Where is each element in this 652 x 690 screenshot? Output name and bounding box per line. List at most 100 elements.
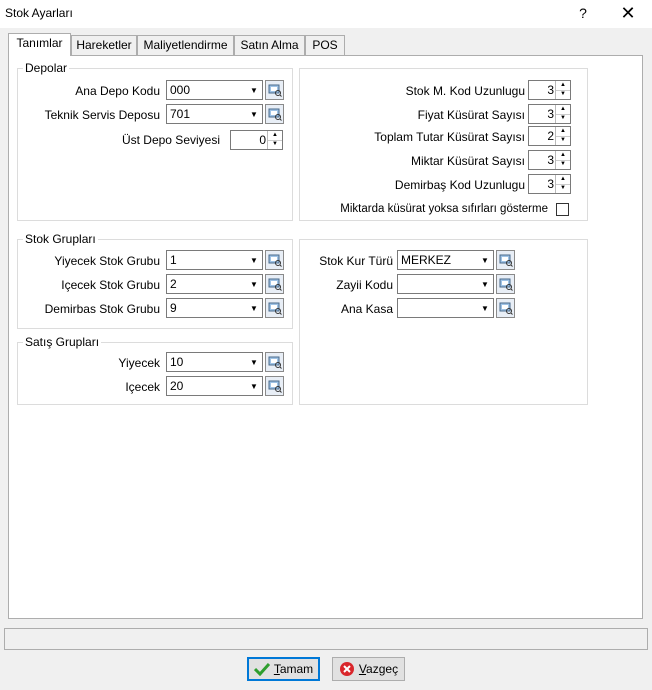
cancel-icon: [339, 662, 354, 676]
miktar-kusurat-label: Miktar Küsürat Sayısı: [410, 154, 525, 168]
ok-button[interactable]: Tamam: [247, 657, 320, 681]
satis-yiyecek-lookup-button[interactable]: [265, 352, 284, 372]
checkmark-icon: [253, 662, 270, 676]
cancel-label: azgeç: [366, 662, 399, 676]
ust-depo-spinner[interactable]: 0 ▲ ▼: [230, 130, 283, 150]
chevron-down-icon[interactable]: ▼: [478, 276, 492, 292]
spin-down-icon[interactable]: ▼: [556, 184, 570, 193]
ust-depo-label: Üst Depo Seviyesi: [121, 133, 220, 147]
hide-zero-fraction-checkbox[interactable]: [556, 203, 569, 216]
teknik-servis-combo[interactable]: 701 ▼: [166, 104, 263, 124]
tab-maliyetlendirme[interactable]: Maliyetlendirme: [137, 35, 234, 55]
icecek-stok-label: Içecek Stok Grubu: [61, 278, 160, 292]
lookup-icon: [268, 356, 282, 369]
yiyecek-stok-value: 1: [170, 253, 177, 267]
spin-down-icon[interactable]: ▼: [556, 90, 570, 99]
chevron-down-icon[interactable]: ▼: [247, 106, 261, 122]
lookup-icon: [499, 254, 513, 267]
satis-yiyecek-value: 10: [170, 355, 184, 369]
kod-uzunlugu-label: Stok M. Kod Uzunlugu: [405, 84, 525, 98]
chevron-down-icon[interactable]: ▼: [247, 378, 261, 394]
zayii-kodu-lookup-button[interactable]: [496, 274, 515, 294]
toplam-tutar-spinner[interactable]: 2 ▲ ▼: [528, 126, 571, 146]
yiyecek-stok-label: Yiyecek Stok Grubu: [54, 254, 160, 268]
lookup-icon: [268, 108, 282, 121]
spin-down-icon[interactable]: ▼: [268, 140, 282, 149]
ana-kasa-combo[interactable]: ▼: [397, 298, 494, 318]
chevron-down-icon[interactable]: ▼: [247, 276, 261, 292]
ana-depo-value: 000: [170, 83, 191, 97]
status-bar: [4, 628, 648, 650]
demirbas-kod-label: Demirbaş Kod Uzunlugu: [394, 178, 525, 192]
miktar-kusurat-value: 3: [547, 153, 554, 167]
cancel-button[interactable]: Vazgeç: [332, 657, 405, 681]
stok-kur-turu-combo[interactable]: MERKEZ ▼: [397, 250, 494, 270]
hide-zero-fraction-label: Miktarda küsürat yoksa sıfırları gösterm…: [340, 203, 548, 215]
ana-kasa-lookup-button[interactable]: [496, 298, 515, 318]
ana-depo-label: Ana Depo Kodu: [75, 84, 160, 98]
close-button[interactable]: ✕: [614, 2, 642, 24]
lookup-icon: [499, 278, 513, 291]
demirbas-stok-combo[interactable]: 9 ▼: [166, 298, 263, 318]
demirbas-kod-value: 3: [547, 177, 554, 191]
demirbas-stok-value: 9: [170, 301, 177, 315]
ana-kasa-label: Ana Kasa: [340, 302, 393, 316]
tab-hareketler[interactable]: Hareketler: [71, 35, 137, 55]
lookup-icon: [268, 278, 282, 291]
zayii-kodu-combo[interactable]: ▼: [397, 274, 494, 294]
stok-kur-turu-label: Stok Kur Türü: [319, 254, 393, 268]
satis-yiyecek-label: Yiyecek: [118, 356, 160, 370]
window-title: Stok Ayarları: [5, 6, 73, 20]
icecek-stok-combo[interactable]: 2 ▼: [166, 274, 263, 294]
help-button[interactable]: ?: [572, 2, 594, 24]
chevron-down-icon[interactable]: ▼: [247, 252, 261, 268]
kod-uzunlugu-value: 3: [547, 83, 554, 97]
stok-kur-turu-value: MERKEZ: [401, 253, 452, 267]
icecek-stok-value: 2: [170, 277, 177, 291]
teknik-servis-label: Teknik Servis Deposu: [44, 108, 160, 122]
demirbas-stok-lookup-button[interactable]: [265, 298, 284, 318]
spin-down-icon[interactable]: ▼: [556, 160, 570, 169]
yiyecek-stok-combo[interactable]: 1 ▼: [166, 250, 263, 270]
satis-icecek-combo[interactable]: 20 ▼: [166, 376, 263, 396]
stok-gruplari-legend: Stok Grupları: [23, 232, 98, 246]
cancel-accel: V: [358, 662, 367, 676]
title-bar: Stok Ayarları ? ✕: [0, 0, 652, 28]
lookup-icon: [499, 302, 513, 315]
miktar-kusurat-spinner[interactable]: 3 ▲ ▼: [528, 150, 571, 170]
yiyecek-stok-lookup-button[interactable]: [265, 250, 284, 270]
spin-down-icon[interactable]: ▼: [556, 136, 570, 145]
chevron-down-icon[interactable]: ▼: [247, 300, 261, 316]
fiyat-kusurat-label: Fiyat Küsürat Sayısı: [417, 108, 525, 122]
chevron-down-icon[interactable]: ▼: [247, 354, 261, 370]
fiyat-kusurat-spinner[interactable]: 3 ▲ ▼: [528, 104, 571, 124]
kod-uzunlugu-spinner[interactable]: 3 ▲ ▼: [528, 80, 571, 100]
ana-depo-combo[interactable]: 000 ▼: [166, 80, 263, 100]
spin-down-icon[interactable]: ▼: [556, 114, 570, 123]
icecek-stok-lookup-button[interactable]: [265, 274, 284, 294]
tab-pos[interactable]: POS: [305, 35, 345, 55]
toplam-tutar-label: Toplam Tutar Küsürat Sayısı: [374, 130, 525, 144]
lookup-icon: [268, 84, 282, 97]
chevron-down-icon[interactable]: ▼: [478, 252, 492, 268]
ok-label: amam: [279, 662, 314, 676]
demirbas-stok-label: Demirbas Stok Grubu: [44, 302, 160, 316]
teknik-servis-value: 701: [170, 107, 191, 121]
demirbas-kod-spinner[interactable]: 3 ▲ ▼: [528, 174, 571, 194]
chevron-down-icon[interactable]: ▼: [247, 82, 261, 98]
chevron-down-icon[interactable]: ▼: [478, 300, 492, 316]
satis-icecek-value: 20: [170, 379, 184, 393]
stok-kur-turu-lookup-button[interactable]: [496, 250, 515, 270]
lookup-icon: [268, 302, 282, 315]
tab-satin-alma[interactable]: Satın Alma: [234, 35, 305, 55]
satis-icecek-lookup-button[interactable]: [265, 376, 284, 396]
tab-tanimlar[interactable]: Tanımlar: [8, 33, 71, 56]
ana-depo-lookup-button[interactable]: [265, 80, 284, 100]
ust-depo-value: 0: [259, 133, 266, 147]
teknik-servis-lookup-button[interactable]: [265, 104, 284, 124]
fiyat-kusurat-value: 3: [547, 107, 554, 121]
satis-icecek-label: Içecek: [125, 380, 160, 394]
depolar-legend: Depolar: [23, 61, 70, 75]
lookup-icon: [268, 254, 282, 267]
satis-yiyecek-combo[interactable]: 10 ▼: [166, 352, 263, 372]
